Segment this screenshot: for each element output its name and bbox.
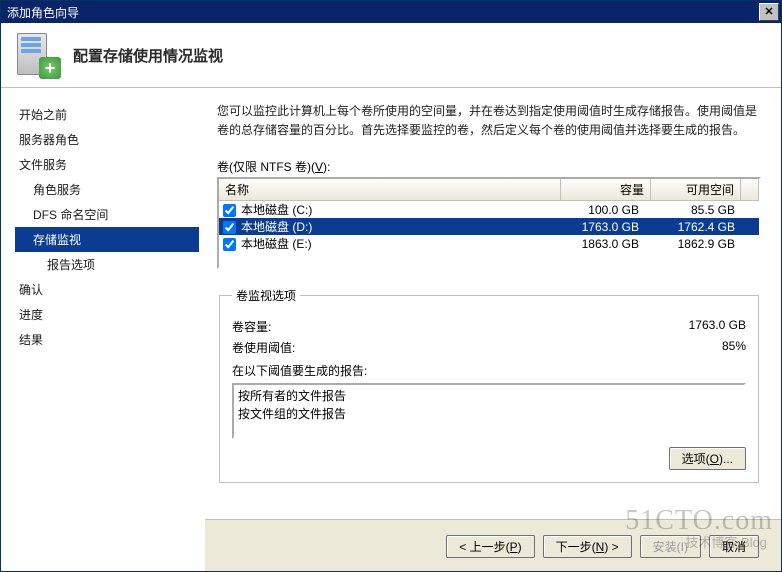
volume-checkbox-d[interactable] bbox=[223, 221, 236, 234]
sidebar-item-storage-monitoring[interactable]: 存储监视 bbox=[15, 227, 199, 252]
page-heading: 配置存储使用情况监视 bbox=[73, 45, 223, 66]
back-button[interactable]: < 上一步(P) bbox=[446, 535, 534, 558]
sidebar-item-server-roles[interactable]: 服务器角色 bbox=[15, 127, 205, 152]
volume-checkbox-c[interactable] bbox=[223, 204, 236, 217]
capacity-value: 1763.0 GB bbox=[636, 318, 746, 335]
options-button[interactable]: 选项(O)... bbox=[669, 447, 746, 470]
cancel-button[interactable]: 取消 bbox=[709, 535, 759, 558]
volume-row-e[interactable]: 本地磁盘 (E:) 1863.0 GB 1862.9 GB bbox=[219, 235, 759, 252]
volumes-label: 卷(仅限 NTFS 卷)(V): bbox=[217, 158, 761, 175]
capacity-label: 卷容量: bbox=[232, 318, 636, 335]
volume-monitoring-options: 卷监视选项 卷容量: 1763.0 GB 卷使用阈值: 85% 在以下阈值要生成… bbox=[219, 287, 759, 483]
reports-label: 在以下阈值要生成的报告: bbox=[232, 362, 746, 379]
wizard-window: 添加角色向导 ✕ + 配置存储使用情况监视 开始之前 服务器角色 文件服务 角色… bbox=[0, 0, 782, 572]
col-name[interactable]: 名称 bbox=[219, 179, 561, 200]
reports-list[interactable]: 按所有者的文件报告 按文件组的文件报告 bbox=[232, 383, 746, 439]
volumes-list[interactable]: 名称 容量 可用空间 本地磁盘 (C:) 100.0 GB 85.5 GB 本地… bbox=[217, 177, 761, 269]
sidebar-item-confirmation[interactable]: 确认 bbox=[15, 277, 205, 302]
sidebar-item-progress[interactable]: 进度 bbox=[15, 302, 205, 327]
sidebar-item-report-options[interactable]: 报告选项 bbox=[15, 252, 205, 277]
volumes-list-header: 名称 容量 可用空间 bbox=[219, 179, 759, 201]
wizard-icon: + bbox=[15, 33, 59, 77]
col-free[interactable]: 可用空间 bbox=[651, 179, 741, 200]
sidebar: 开始之前 服务器角色 文件服务 角色服务 DFS 命名空间 存储监视 报告选项 … bbox=[1, 88, 205, 572]
volume-row-d[interactable]: 本地磁盘 (D:) 1763.0 GB 1762.4 GB bbox=[219, 218, 759, 235]
sidebar-item-before-begin[interactable]: 开始之前 bbox=[15, 102, 205, 127]
sidebar-item-file-services[interactable]: 文件服务 bbox=[15, 152, 205, 177]
threshold-label: 卷使用阈值: bbox=[232, 339, 636, 356]
install-button: 安装(I) bbox=[640, 535, 701, 558]
col-capacity[interactable]: 容量 bbox=[561, 179, 651, 200]
volume-checkbox-e[interactable] bbox=[223, 238, 236, 251]
sidebar-item-dfs-namespaces[interactable]: DFS 命名空间 bbox=[15, 202, 205, 227]
col-end bbox=[741, 179, 759, 200]
volume-row-c[interactable]: 本地磁盘 (C:) 100.0 GB 85.5 GB bbox=[219, 201, 759, 218]
close-button[interactable]: ✕ bbox=[759, 3, 779, 21]
threshold-value: 85% bbox=[636, 339, 746, 356]
sidebar-item-role-services[interactable]: 角色服务 bbox=[15, 177, 205, 202]
groupbox-legend: 卷监视选项 bbox=[232, 287, 300, 304]
bottom-bar: < 上一步(P) 下一步(N) > 安装(I) 取消 bbox=[205, 519, 781, 572]
report-item-0[interactable]: 按所有者的文件报告 bbox=[238, 387, 740, 405]
sidebar-item-results[interactable]: 结果 bbox=[15, 327, 205, 352]
next-button[interactable]: 下一步(N) > bbox=[543, 535, 632, 558]
titlebar: 添加角色向导 ✕ bbox=[1, 1, 781, 23]
report-item-1[interactable]: 按文件组的文件报告 bbox=[238, 405, 740, 423]
window-title: 添加角色向导 bbox=[7, 4, 759, 21]
body: 开始之前 服务器角色 文件服务 角色服务 DFS 命名空间 存储监视 报告选项 … bbox=[1, 88, 781, 572]
main-panel: 您可以监控此计算机上每个卷所使用的空间量，并在卷达到指定使用阈值时生成存储报告。… bbox=[205, 88, 781, 572]
header: + 配置存储使用情况监视 bbox=[1, 23, 781, 88]
description-text: 您可以监控此计算机上每个卷所使用的空间量，并在卷达到指定使用阈值时生成存储报告。… bbox=[217, 102, 761, 140]
